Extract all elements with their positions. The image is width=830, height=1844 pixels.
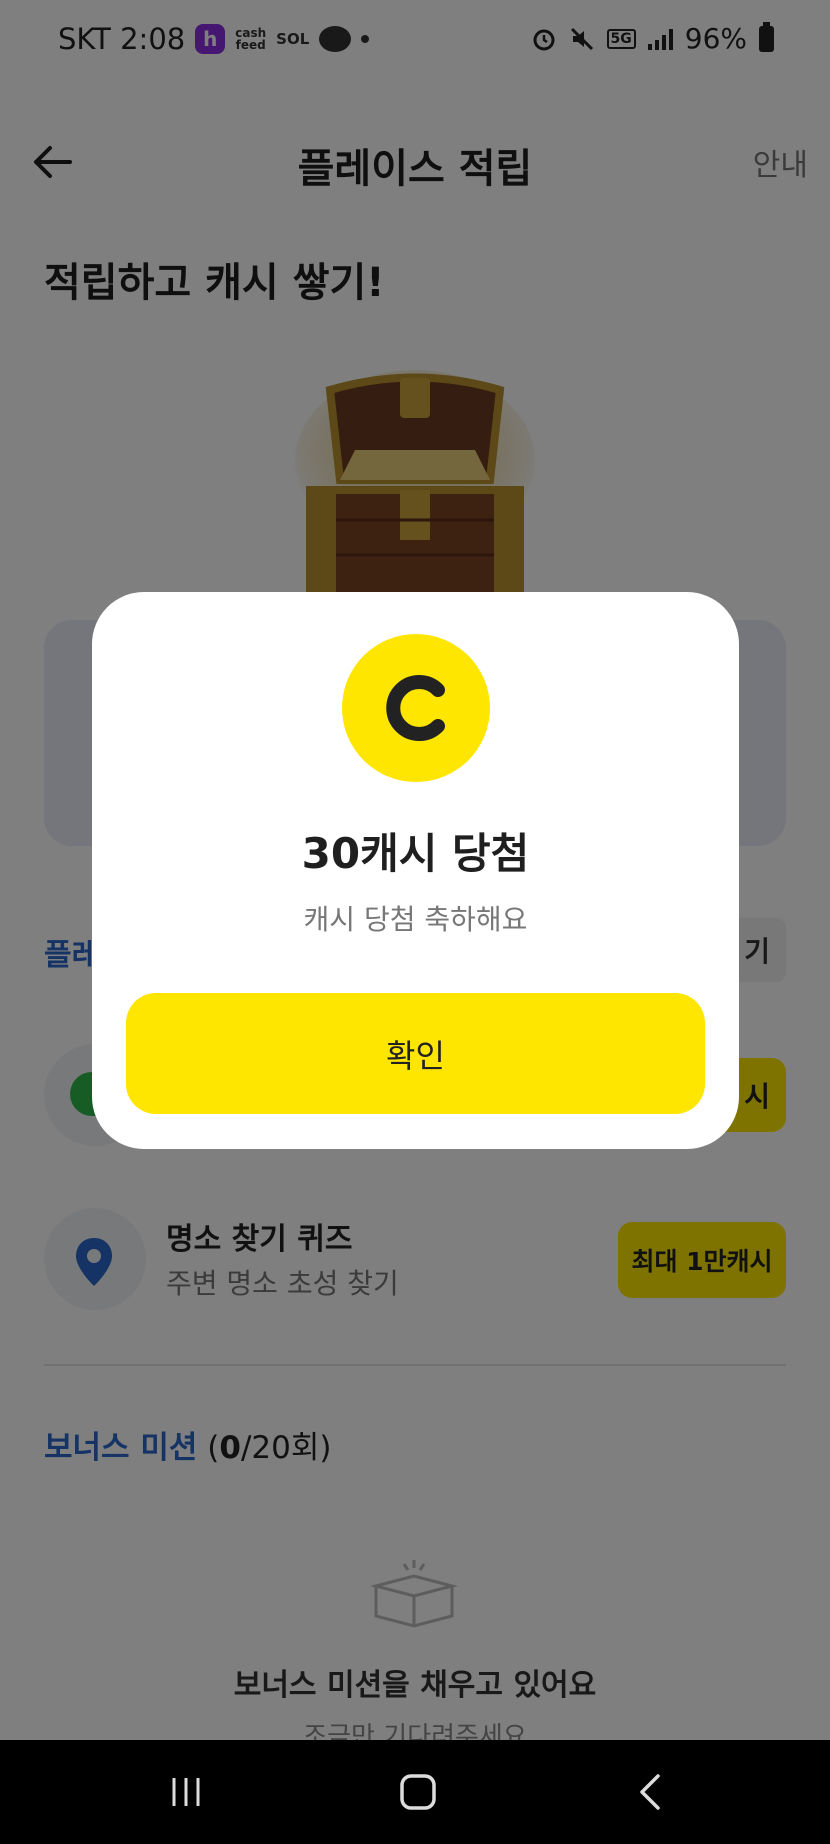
- modal-title: 30캐시 당첨: [301, 829, 530, 878]
- confirm-button[interactable]: 확인: [126, 993, 705, 1114]
- home-icon[interactable]: [392, 1766, 444, 1818]
- cash-coin-icon: [342, 634, 490, 782]
- recent-apps-icon[interactable]: [160, 1766, 212, 1818]
- coin-c-icon: [386, 675, 445, 741]
- reward-modal: 30캐시 당첨 캐시 당첨 축하해요 확인: [92, 592, 739, 1149]
- system-nav-bar: [0, 1740, 830, 1844]
- modal-subtitle: 캐시 당첨 축하해요: [303, 903, 528, 936]
- system-back-icon[interactable]: [626, 1766, 678, 1818]
